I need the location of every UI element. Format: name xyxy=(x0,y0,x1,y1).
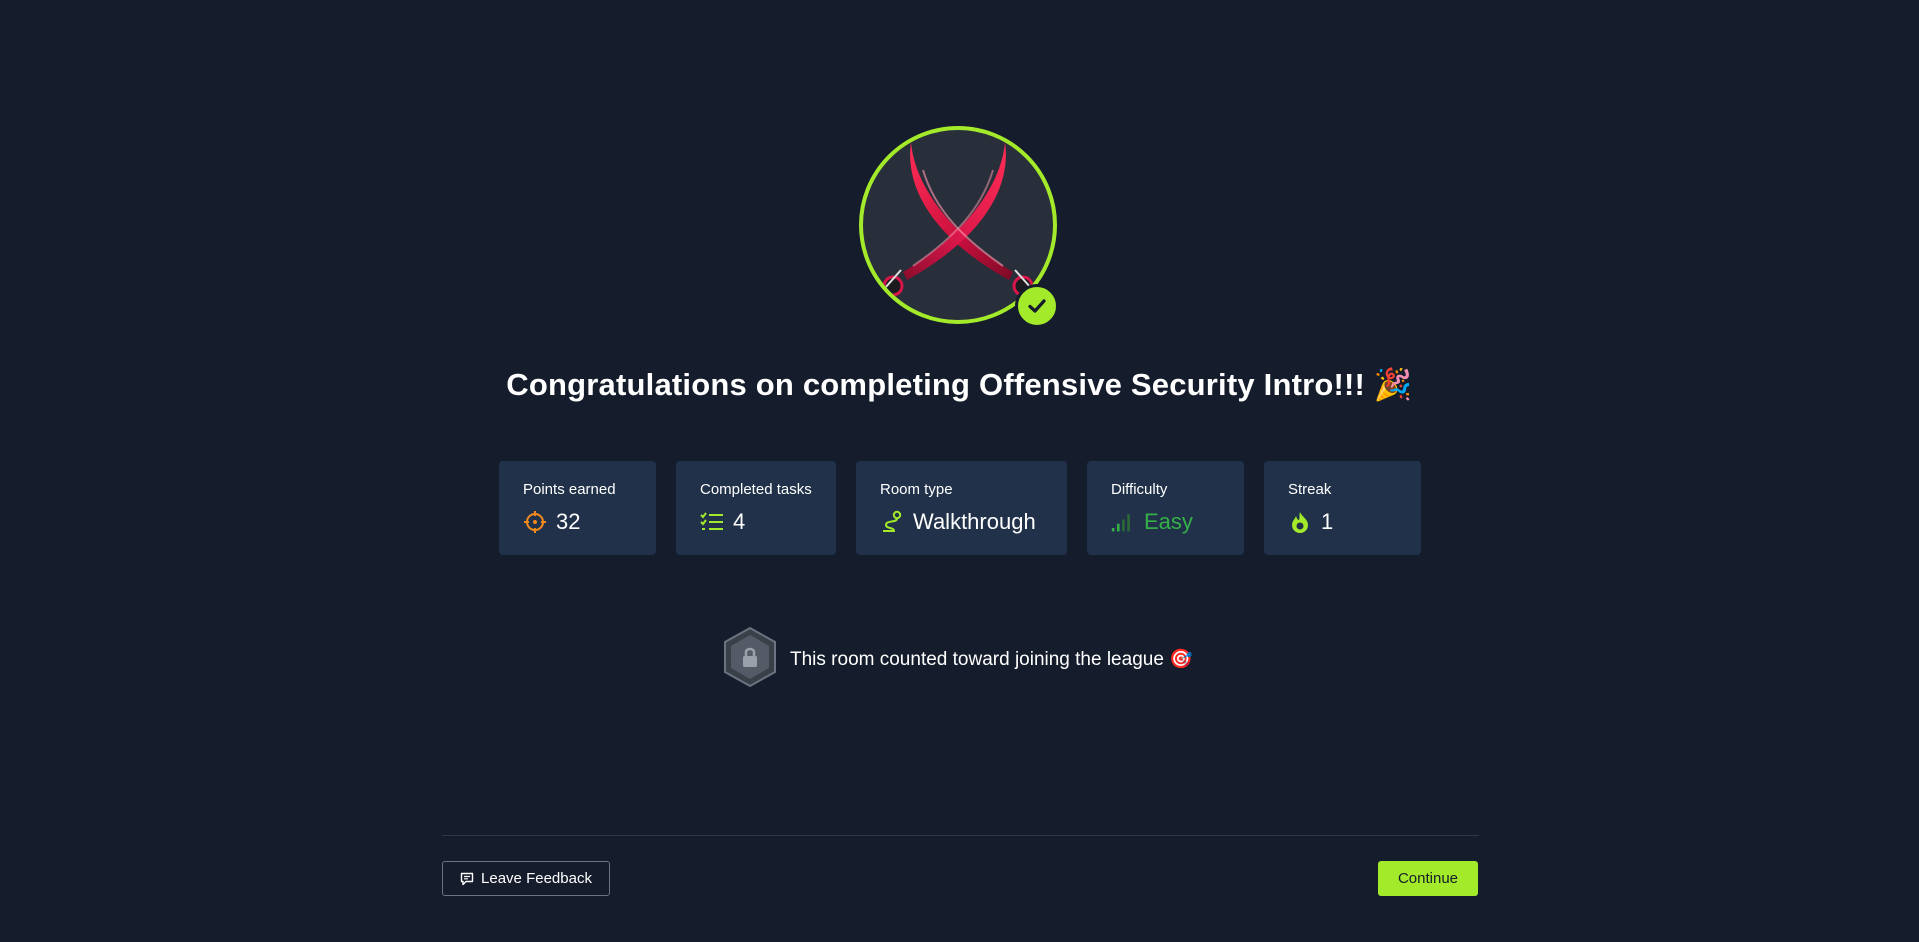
stat-card-streak: Streak 1 xyxy=(1264,461,1421,555)
page-title: Congratulations on completing Offensive … xyxy=(506,367,1413,402)
stat-value: 1 xyxy=(1321,509,1334,534)
stat-label: Points earned xyxy=(523,481,616,498)
stat-label: Room type xyxy=(880,481,953,498)
stat-label: Difficulty xyxy=(1111,481,1168,498)
stat-value: 4 xyxy=(733,509,746,534)
stat-card-room-type: Room type Walkthrough xyxy=(856,461,1067,555)
signal-bars-icon xyxy=(1111,510,1135,534)
locked-hexagon-icon xyxy=(722,626,778,693)
stat-label: Streak xyxy=(1288,481,1332,498)
footer-divider xyxy=(442,835,1479,836)
league-notice: This room counted toward joining the lea… xyxy=(722,626,1193,693)
league-text: This room counted toward joining the lea… xyxy=(790,649,1193,670)
flame-icon xyxy=(1288,510,1312,534)
room-badge xyxy=(859,126,1063,330)
stat-card-points: Points earned 32 xyxy=(499,461,656,555)
crosshair-icon xyxy=(523,510,547,534)
checklist-icon xyxy=(700,510,724,534)
stat-value: 32 xyxy=(556,509,581,534)
check-icon xyxy=(1028,299,1046,313)
stat-card-difficulty: Difficulty Easy xyxy=(1087,461,1244,555)
completion-page: Congratulations on completing Offensive … xyxy=(0,0,1919,942)
continue-button[interactable]: Continue xyxy=(1378,861,1478,896)
route-icon xyxy=(880,510,904,534)
feedback-icon xyxy=(460,872,474,886)
stat-label: Completed tasks xyxy=(700,481,812,498)
leave-feedback-button[interactable]: Leave Feedback xyxy=(442,861,610,896)
stat-value: Easy xyxy=(1144,509,1193,534)
leave-feedback-label: Leave Feedback xyxy=(481,870,592,887)
stat-card-tasks: Completed tasks 4 xyxy=(676,461,836,555)
completed-check-badge xyxy=(1015,284,1059,328)
stat-value: Walkthrough xyxy=(913,509,1036,534)
